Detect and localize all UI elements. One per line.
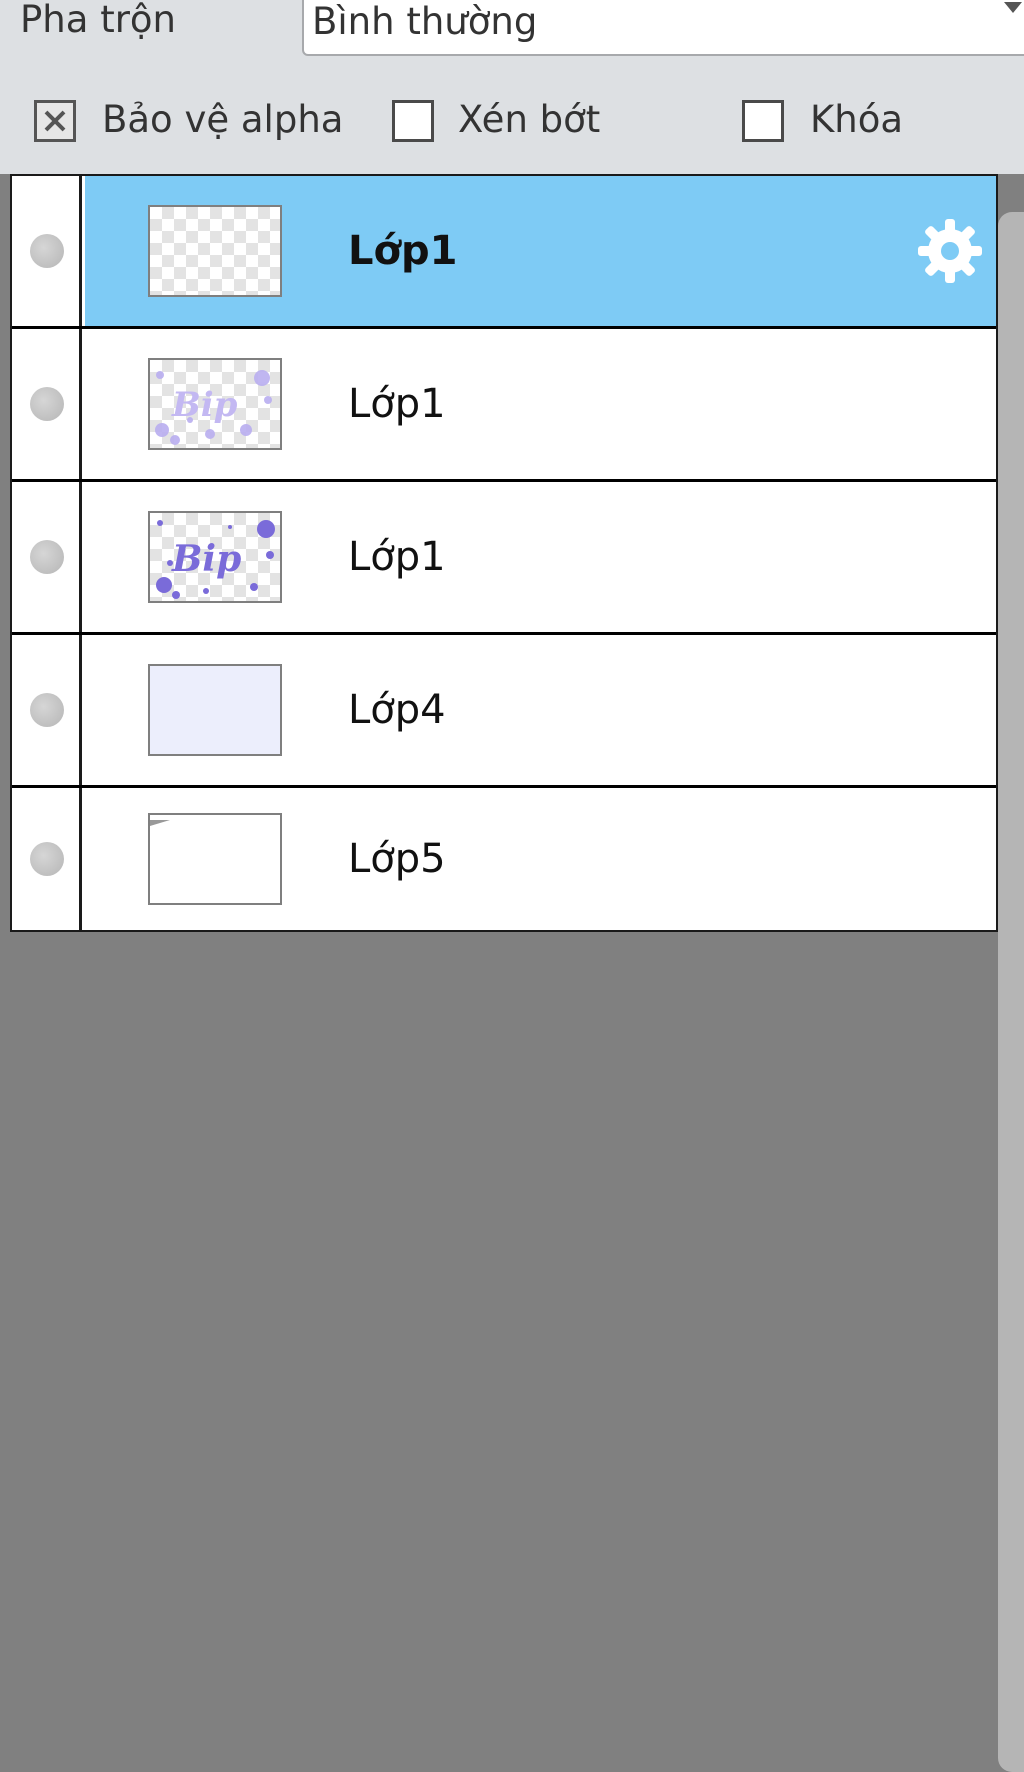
layer-row[interactable]: Bip Lớp1 bbox=[12, 482, 996, 632]
layer-name: Lớp1 bbox=[348, 534, 446, 580]
visibility-dot-icon[interactable] bbox=[30, 540, 64, 574]
layer-row[interactable]: Lớp1 bbox=[12, 176, 996, 326]
blend-mode-select[interactable]: Bình thường bbox=[302, 0, 1024, 56]
chevron-down-icon bbox=[1004, 2, 1022, 13]
layer-row-main[interactable]: Bip Lớp1 bbox=[85, 329, 996, 479]
lock-checkbox[interactable] bbox=[742, 100, 784, 142]
visibility-cell[interactable] bbox=[12, 482, 82, 632]
visibility-dot-icon[interactable] bbox=[30, 234, 64, 268]
checkmark-x-icon bbox=[44, 110, 66, 132]
svg-text:Bip: Bip bbox=[171, 385, 238, 425]
layer-name: Lớp1 bbox=[348, 381, 446, 427]
layer-thumbnail: Bip bbox=[148, 511, 282, 603]
visibility-cell[interactable] bbox=[12, 635, 82, 785]
layer-row-main[interactable]: Lớp4 bbox=[85, 635, 996, 785]
visibility-dot-icon[interactable] bbox=[30, 387, 64, 421]
layer-row[interactable]: Lớp4 bbox=[12, 635, 996, 785]
gear-icon[interactable] bbox=[914, 215, 986, 287]
blend-mode-label: Pha trộn bbox=[20, 0, 177, 41]
lock-label: Khóa bbox=[810, 98, 904, 141]
visibility-cell[interactable] bbox=[12, 329, 82, 479]
thumbnail-image: Bip bbox=[155, 370, 272, 445]
layer-thumbnail: Bip bbox=[148, 358, 282, 450]
layer-row-main[interactable]: Lớp1 bbox=[85, 176, 996, 326]
layer-name: Lớp5 bbox=[348, 836, 446, 882]
thumbnail-image bbox=[150, 820, 170, 826]
layer-name: Lớp1 bbox=[348, 228, 458, 274]
clipping-label: Xén bớt bbox=[458, 98, 601, 141]
visibility-cell[interactable] bbox=[12, 176, 82, 326]
layer-row-main[interactable]: Bip Lớp1 bbox=[85, 482, 996, 632]
layer-row[interactable]: Bip Lớp1 bbox=[12, 329, 996, 479]
protect-alpha-label: Bảo vệ alpha bbox=[102, 98, 344, 141]
visibility-dot-icon[interactable] bbox=[30, 693, 64, 727]
layer-thumbnail bbox=[148, 813, 282, 905]
svg-text:Bip: Bip bbox=[171, 538, 241, 580]
layer-name: Lớp4 bbox=[348, 687, 446, 733]
thumbnail-image: Bip bbox=[156, 520, 275, 599]
visibility-cell[interactable] bbox=[12, 788, 82, 930]
protect-alpha-checkbox[interactable] bbox=[34, 100, 76, 142]
layer-thumbnail bbox=[148, 664, 282, 756]
layer-row-main[interactable]: Lớp5 bbox=[85, 788, 996, 930]
layer-row[interactable]: Lớp5 bbox=[12, 788, 996, 930]
blend-mode-value: Bình thường bbox=[312, 0, 538, 43]
layer-options-panel: Pha trộn Bình thường Bảo vệ alpha Xén bớ… bbox=[0, 0, 1024, 174]
visibility-dot-icon[interactable] bbox=[30, 842, 64, 876]
clipping-checkbox[interactable] bbox=[392, 100, 434, 142]
layers-scrollbar[interactable] bbox=[998, 212, 1024, 1772]
layer-list: Lớp1 Bip Lớp1 Bip Lớp1 Lớp4 Lớp5 bbox=[10, 174, 998, 932]
layer-thumbnail bbox=[148, 205, 282, 297]
